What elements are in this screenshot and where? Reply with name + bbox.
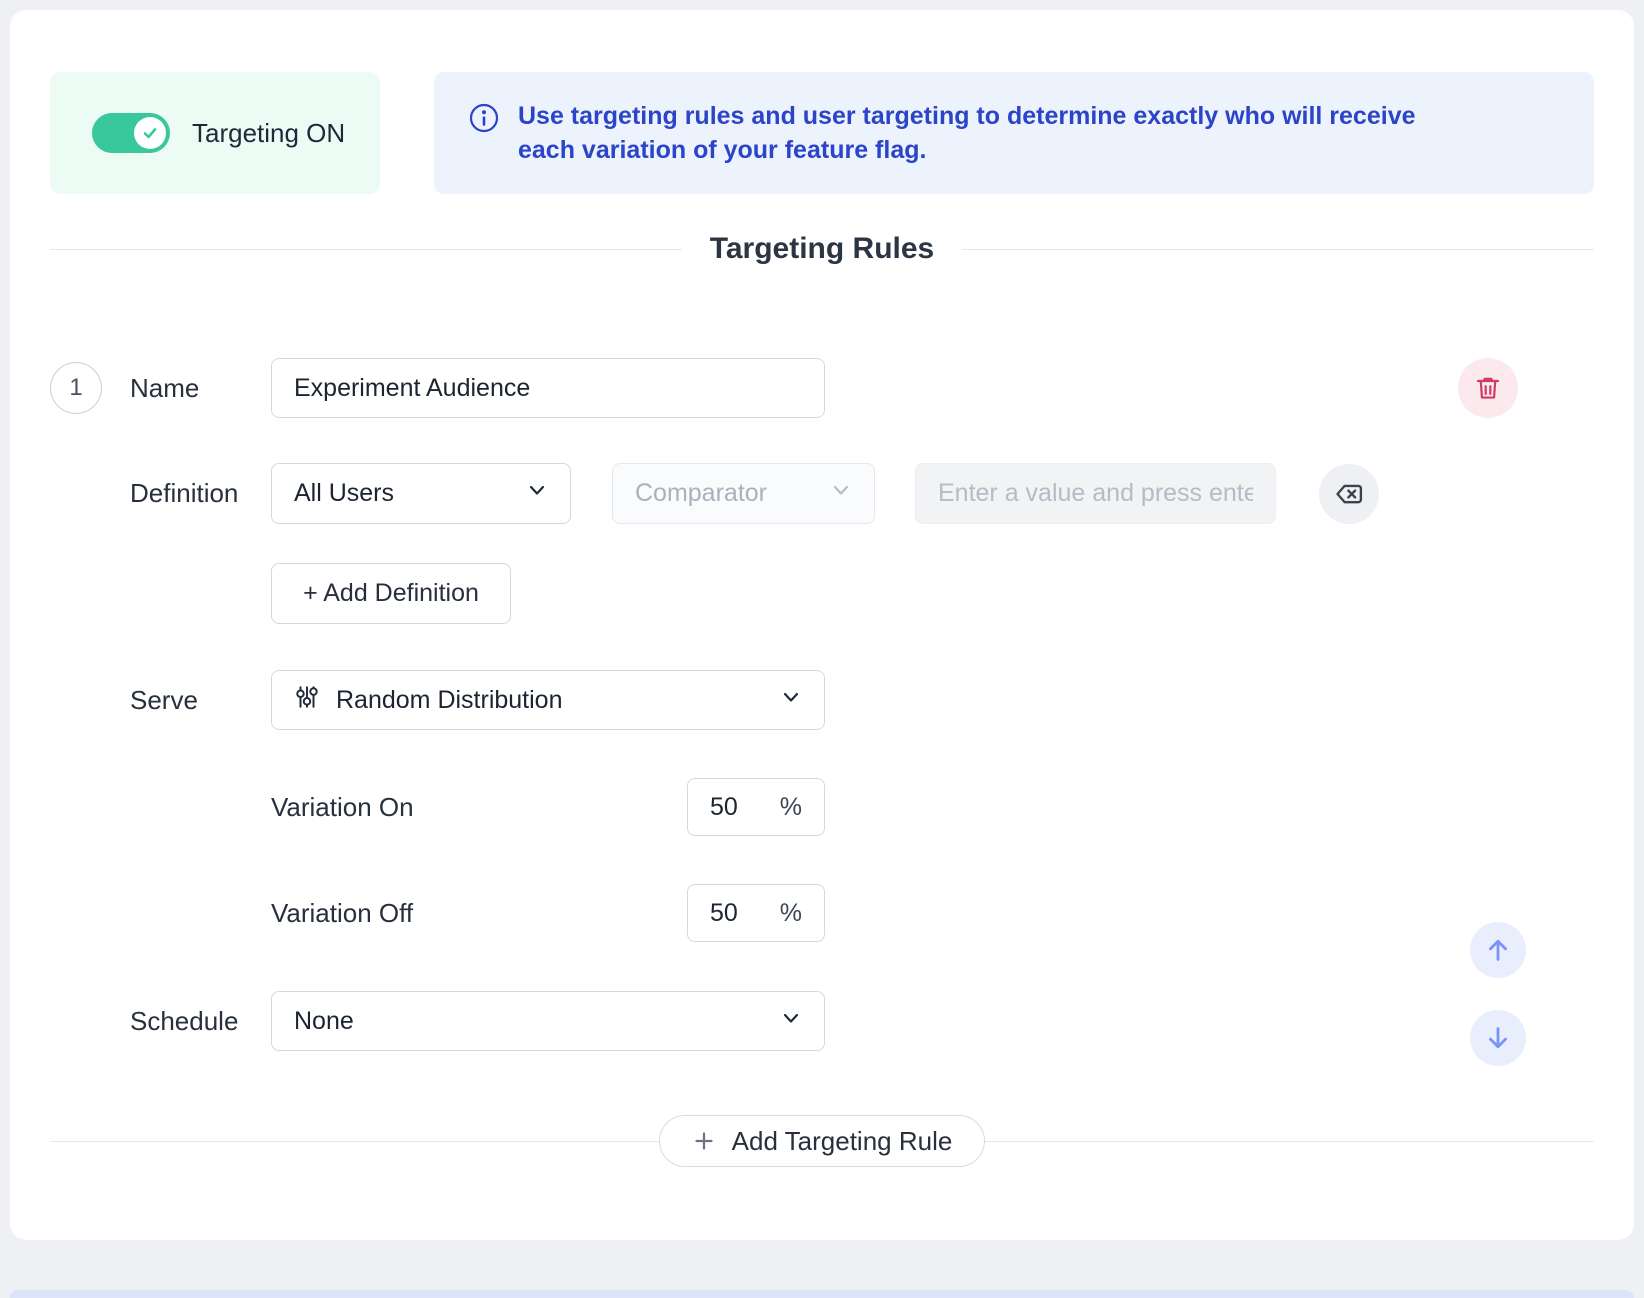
arrow-down-icon	[1484, 1024, 1512, 1052]
rule-name-input[interactable]	[271, 358, 825, 418]
targeting-panel: Targeting ON Use targeting rules and use…	[10, 10, 1634, 1240]
chevron-down-icon	[780, 1007, 802, 1036]
plus-icon	[692, 1129, 716, 1153]
rule-move-buttons	[1470, 922, 1526, 1066]
chevron-down-icon	[830, 479, 852, 508]
divider-line-right	[962, 249, 1594, 250]
rule-definition-row: Definition All Users Comparator	[50, 463, 1594, 524]
audience-select[interactable]: All Users	[271, 463, 571, 524]
chevron-down-icon	[526, 479, 548, 508]
percent-sign: %	[780, 793, 802, 822]
schedule-select-value: None	[294, 1007, 354, 1036]
divider-line-left	[50, 249, 682, 250]
schedule-label: Schedule	[130, 1006, 271, 1037]
targeting-rule: 1 Name Definition All Users	[50, 358, 1594, 1051]
backspace-icon	[1334, 479, 1364, 509]
info-banner-text: Use targeting rules and user targeting t…	[518, 99, 1478, 194]
variation-off-label: Variation Off	[271, 898, 687, 929]
targeting-toggle-container: Targeting ON	[50, 72, 380, 194]
rule-name-row: 1 Name	[50, 358, 1594, 418]
definition-value-input[interactable]	[915, 463, 1276, 524]
targeting-toggle[interactable]	[92, 113, 170, 153]
toggle-knob	[134, 117, 166, 149]
move-rule-up-button[interactable]	[1470, 922, 1526, 978]
rule-schedule-row: Schedule None	[50, 991, 1594, 1051]
arrow-up-icon	[1484, 936, 1512, 964]
comparator-select-placeholder: Comparator	[635, 479, 767, 508]
move-rule-down-button[interactable]	[1470, 1010, 1526, 1066]
comparator-select[interactable]: Comparator	[612, 463, 875, 524]
variation-off-field: %	[687, 884, 825, 942]
section-title: Targeting Rules	[710, 232, 934, 266]
variation-on-row: Variation On %	[50, 778, 1594, 836]
add-targeting-rule-label: Add Targeting Rule	[732, 1126, 953, 1157]
definition-label: Definition	[130, 478, 271, 509]
variation-on-label: Variation On	[271, 792, 687, 823]
header-row: Targeting ON Use targeting rules and use…	[50, 72, 1594, 194]
info-icon	[468, 102, 500, 194]
add-targeting-rule-button[interactable]: Add Targeting Rule	[659, 1115, 986, 1167]
footer: Add Targeting Rule	[50, 1115, 1594, 1167]
sliders-icon	[294, 684, 320, 717]
add-definition-row: + Add Definition	[50, 563, 1594, 624]
chevron-down-icon	[780, 686, 802, 715]
variation-on-input[interactable]	[710, 793, 766, 822]
add-definition-button[interactable]: + Add Definition	[271, 563, 511, 624]
section-divider: Targeting Rules	[50, 232, 1594, 266]
name-label: Name	[130, 373, 271, 404]
schedule-select[interactable]: None	[271, 991, 825, 1051]
variation-off-input[interactable]	[710, 899, 766, 928]
rule-serve-row: Serve Random Distribution	[50, 670, 1594, 730]
serve-select-value: Random Distribution	[336, 686, 563, 715]
check-icon	[141, 124, 159, 142]
delete-rule-button[interactable]	[1458, 358, 1518, 418]
clear-value-button[interactable]	[1319, 464, 1379, 524]
next-section-peek	[10, 1290, 1634, 1298]
trash-icon	[1474, 374, 1502, 402]
audience-select-value: All Users	[294, 479, 394, 508]
info-banner: Use targeting rules and user targeting t…	[434, 72, 1594, 194]
variation-off-row: Variation Off %	[50, 884, 1594, 942]
serve-select[interactable]: Random Distribution	[271, 670, 825, 730]
percent-sign: %	[780, 899, 802, 928]
variation-on-field: %	[687, 778, 825, 836]
targeting-toggle-label: Targeting ON	[192, 118, 345, 149]
serve-label: Serve	[130, 685, 271, 716]
rule-number-badge: 1	[50, 362, 102, 414]
